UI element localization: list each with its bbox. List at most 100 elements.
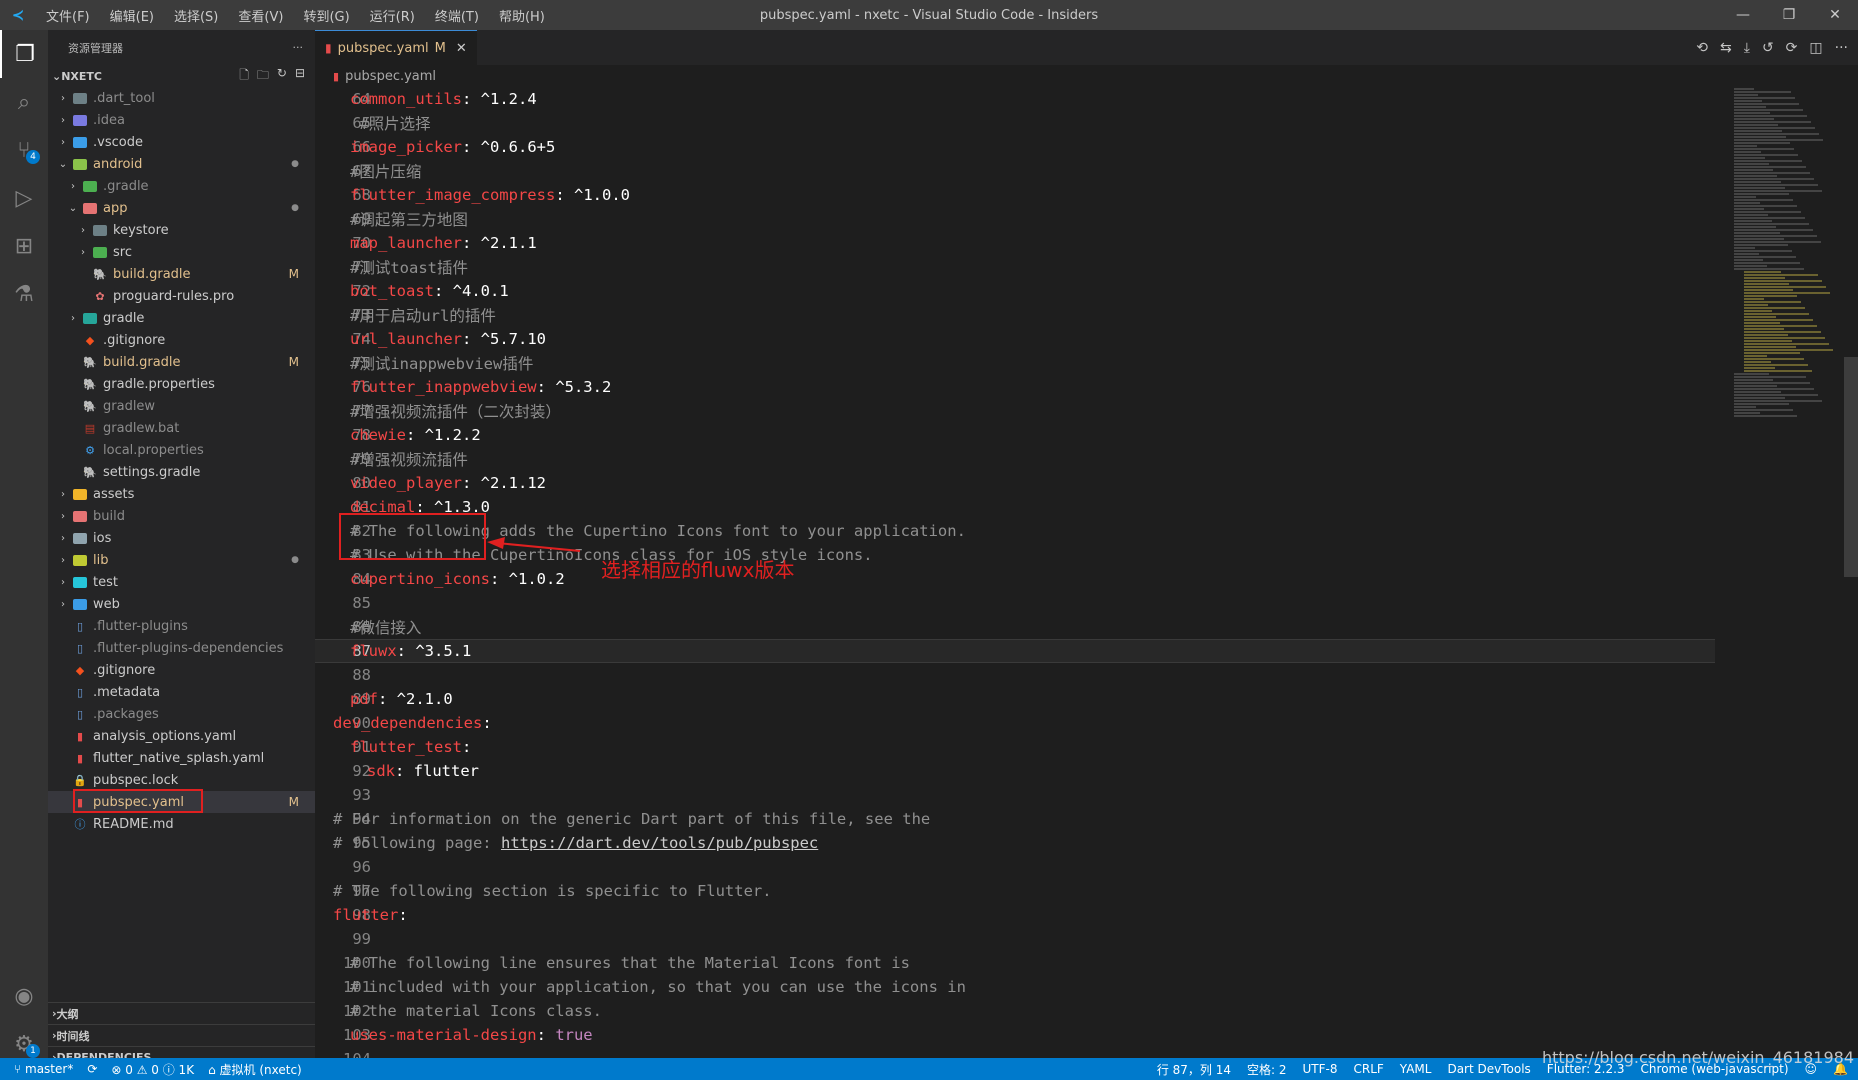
menu-item[interactable]: 选择(S) xyxy=(164,6,228,25)
code-line[interactable]: 70 map_launcher: ^2.1.1 xyxy=(315,231,1715,255)
code-line[interactable]: 85 xyxy=(315,591,1715,615)
code-line[interactable]: 66 image_picker: ^0.6.6+5 xyxy=(315,135,1715,159)
cursor-position[interactable]: 行 87，列 14 xyxy=(1157,1061,1231,1078)
tree-file[interactable]: ▯ .flutter-plugins xyxy=(48,615,315,637)
restore-icon[interactable]: ❐ xyxy=(1766,0,1812,30)
tree-file[interactable]: ▯ .flutter-plugins-dependencies xyxy=(48,637,315,659)
scroll-thumb[interactable] xyxy=(1844,357,1858,577)
menu-item[interactable]: 文件(F) xyxy=(36,6,100,25)
tree-file[interactable]: 🔒 pubspec.lock xyxy=(48,769,315,791)
tree-file[interactable]: ⓘ README.md xyxy=(48,813,315,835)
code-line[interactable]: 76 flutter_inappwebview: ^5.3.2 xyxy=(315,375,1715,399)
minimize-icon[interactable]: — xyxy=(1720,0,1766,30)
tree-file[interactable]: 🐘 build.gradle M xyxy=(48,351,315,373)
code-line[interactable]: 92 sdk: flutter xyxy=(315,759,1715,783)
tree-folder[interactable]: › web xyxy=(48,593,315,615)
menu-item[interactable]: 运行(R) xyxy=(360,6,425,25)
sync-icon[interactable]: ⟳ xyxy=(87,1062,97,1076)
code-line[interactable]: 87 fluwx: ^3.5.1 xyxy=(315,639,1715,663)
tree-folder[interactable]: › build xyxy=(48,505,315,527)
extensions-icon[interactable]: ⊞ xyxy=(0,222,48,270)
code-line[interactable]: 72 bot_toast: ^4.0.1 xyxy=(315,279,1715,303)
breadcrumb-file[interactable]: pubspec.yaml xyxy=(345,69,436,84)
tree-folder[interactable]: › ios xyxy=(48,527,315,549)
tree-file[interactable]: ▯ .packages xyxy=(48,703,315,725)
menu-item[interactable]: 帮助(H) xyxy=(489,6,555,25)
code-line[interactable]: 78 chewie: ^1.2.2 xyxy=(315,423,1715,447)
code-line[interactable]: 86 #微信接入 xyxy=(315,615,1715,639)
code-line[interactable]: 81 decimal: ^1.3.0 xyxy=(315,495,1715,519)
tree-file[interactable]: ◆ .gitignore xyxy=(48,329,315,351)
code-line[interactable]: 94 # For information on the generic Dart … xyxy=(315,807,1715,831)
reload-icon[interactable]: ⟳ xyxy=(1786,40,1798,56)
revert-icon[interactable]: ↺ xyxy=(1762,40,1774,56)
code-editor[interactable]: 64 common_utils: ^1.2.4 65 #照片选择 66 image_pi… xyxy=(315,87,1715,1071)
menu-item[interactable]: 转到(G) xyxy=(293,6,359,25)
testing-icon[interactable]: ⚗ xyxy=(0,270,48,318)
code-line[interactable]: 96 xyxy=(315,855,1715,879)
problems-status[interactable]: ⊗ 0 ⚠ 0 ⓘ 1K xyxy=(111,1061,194,1078)
tree-file[interactable]: ✿ proguard-rules.pro xyxy=(48,285,315,307)
code-line[interactable]: 64 common_utils: ^1.2.4 xyxy=(315,87,1715,111)
more-editor-actions-icon[interactable]: ··· xyxy=(1835,40,1848,56)
code-line[interactable]: 69 #调起第三方地图 xyxy=(315,207,1715,231)
code-line[interactable]: 89 pdf: ^2.1.0 xyxy=(315,687,1715,711)
tree-file[interactable]: 🐘 build.gradle M xyxy=(48,263,315,285)
branch-status[interactable]: ⑂ master* xyxy=(14,1062,73,1076)
tree-file[interactable]: ▮ analysis_options.yaml xyxy=(48,725,315,747)
code-link[interactable]: https://dart.dev/tools/pub/pubspec xyxy=(501,834,818,852)
close-tab-icon[interactable]: ✕ xyxy=(456,41,467,56)
tree-folder[interactable]: ⌄ android ● xyxy=(48,153,315,175)
tree-file[interactable]: ▮ pubspec.yaml M xyxy=(48,789,315,813)
tree-file[interactable]: ▯ .metadata xyxy=(48,681,315,703)
run-debug-icon[interactable]: ▷ xyxy=(0,174,48,222)
more-actions-icon[interactable]: ··· xyxy=(293,41,304,54)
tree-folder[interactable]: › .idea xyxy=(48,109,315,131)
code-line[interactable]: 71 #测试toast插件 xyxy=(315,255,1715,279)
tree-folder[interactable]: ⌄ app ● xyxy=(48,197,315,219)
tree-folder[interactable]: › .dart_tool xyxy=(48,87,315,109)
encoding-status[interactable]: UTF-8 xyxy=(1303,1062,1338,1076)
tree-folder[interactable]: › keystore xyxy=(48,219,315,241)
code-line[interactable]: 79 #增强视频流插件 xyxy=(315,447,1715,471)
code-line[interactable]: 91 flutter_test: xyxy=(315,735,1715,759)
code-line[interactable]: 102 # the material Icons class. xyxy=(315,999,1715,1023)
new-folder-icon[interactable]: 🗀 xyxy=(257,66,269,87)
code-line[interactable]: 103 uses-material-design: true xyxy=(315,1023,1715,1047)
code-line[interactable]: 68 flutter_image_compress: ^1.0.0 xyxy=(315,183,1715,207)
menu-item[interactable]: 查看(V) xyxy=(228,6,293,25)
tree-file[interactable]: 🐘 gradlew xyxy=(48,395,315,417)
tree-file[interactable]: 🐘 settings.gradle xyxy=(48,461,315,483)
tree-folder[interactable]: › assets xyxy=(48,483,315,505)
code-line[interactable]: 90 dev_dependencies: xyxy=(315,711,1715,735)
tree-folder[interactable]: › src xyxy=(48,241,315,263)
code-line[interactable]: 84 cupertino_icons: ^1.0.2 xyxy=(315,567,1715,591)
code-line[interactable]: 74 url_launcher: ^5.7.10 xyxy=(315,327,1715,351)
workspace-section-header[interactable]: ⌄ NXETC 🗋 🗀 ↻ ⊟ xyxy=(48,65,315,87)
code-line[interactable]: 88 xyxy=(315,663,1715,687)
code-line[interactable]: 97 # The following section is specific to… xyxy=(315,879,1715,903)
compare-icon[interactable]: ⇆ xyxy=(1720,40,1732,56)
minimap[interactable] xyxy=(1734,87,1844,507)
sidebar-section-header[interactable]: › 大纲 xyxy=(48,1002,315,1024)
tree-folder[interactable]: › gradle xyxy=(48,307,315,329)
code-line[interactable]: 95 # following page: https://dart.dev/too… xyxy=(315,831,1715,855)
history-icon[interactable]: ⟲ xyxy=(1696,40,1708,56)
download-icon[interactable]: ⤓ xyxy=(1744,40,1750,56)
tree-file[interactable]: 🐘 gradle.properties xyxy=(48,373,315,395)
code-line[interactable]: 101 # included with your application, so … xyxy=(315,975,1715,999)
source-control-icon[interactable]: ⑂ 4 xyxy=(0,126,48,174)
refresh-icon[interactable]: ↻ xyxy=(277,66,287,87)
sidebar-section-header[interactable]: › 时间线 xyxy=(48,1024,315,1046)
tree-file[interactable]: ⚙ local.properties xyxy=(48,439,315,461)
code-line[interactable]: 75 #测试inappwebview插件 xyxy=(315,351,1715,375)
tree-folder[interactable]: › lib ● xyxy=(48,549,315,571)
vm-status[interactable]: ⌂ 虚拟机 (nxetc) xyxy=(208,1061,302,1078)
code-line[interactable]: 100 # The following line ensures that the… xyxy=(315,951,1715,975)
explorer-icon[interactable]: ❐ xyxy=(0,30,48,78)
code-line[interactable]: 80 video_player: ^2.1.12 xyxy=(315,471,1715,495)
tree-file[interactable]: ◆ .gitignore xyxy=(48,659,315,681)
tree-folder[interactable]: › .vscode xyxy=(48,131,315,153)
tree-folder[interactable]: › test xyxy=(48,571,315,593)
code-line[interactable]: 73 #用于启动url的插件 xyxy=(315,303,1715,327)
